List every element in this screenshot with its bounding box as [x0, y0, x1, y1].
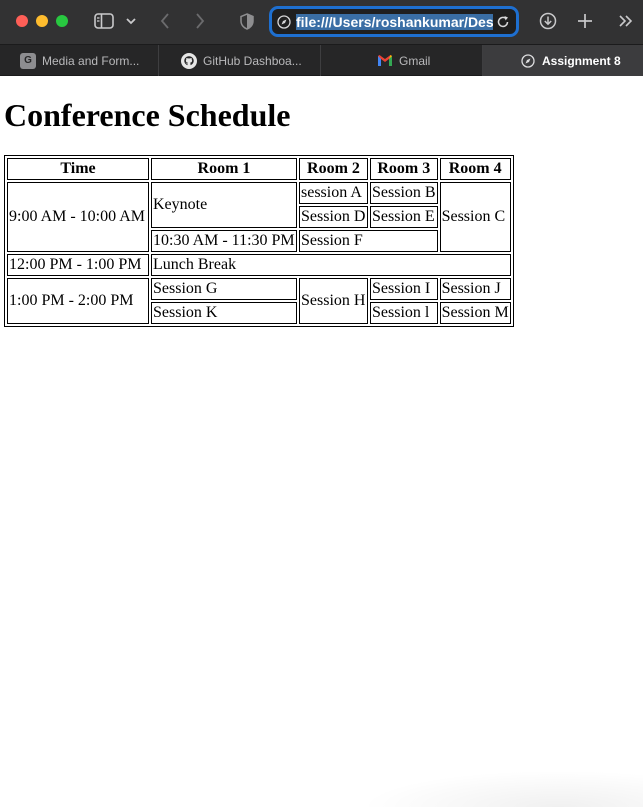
session-cell: Keynote	[151, 182, 297, 228]
session-cell: Lunch Break	[151, 254, 511, 276]
g-favicon-icon: G	[20, 52, 36, 69]
reload-icon[interactable]	[496, 15, 510, 29]
github-icon	[181, 52, 197, 69]
table-header-row: Time Room 1 Room 2 Room 3 Room 4	[7, 158, 511, 180]
minimize-window-button[interactable]	[36, 15, 48, 27]
time-cell: 10:30 AM - 11:30 PM	[151, 230, 297, 252]
privacy-shield-icon[interactable]	[237, 10, 257, 32]
header-room-1: Room 1	[151, 158, 297, 180]
tab-github-dashboard[interactable]: GitHub Dashboa...	[159, 45, 321, 76]
session-cell: Session G	[151, 278, 297, 300]
chevron-down-icon[interactable]	[124, 10, 138, 32]
time-cell: 1:00 PM - 2:00 PM	[7, 278, 149, 324]
gmail-icon	[377, 53, 393, 69]
table-row: 9:00 AM - 10:00 AM Keynote session A Ses…	[7, 182, 511, 252]
window-shadow	[360, 770, 643, 807]
tab-bar: G Media and Form... GitHub Dashboa... Gm…	[0, 44, 643, 76]
more-tabs-chevron-icon[interactable]	[616, 10, 636, 32]
table-row: 12:00 PM - 1:00 PM Lunch Break	[7, 254, 511, 276]
compass-icon	[277, 14, 291, 29]
session-cell: Session l	[370, 302, 438, 324]
session-cell: session A	[299, 182, 368, 204]
time-cell: 9:00 AM - 10:00 AM	[7, 182, 149, 252]
sidebar-toggle-icon[interactable]	[93, 10, 115, 32]
session-cell: Session I	[370, 278, 438, 300]
zoom-window-button[interactable]	[56, 15, 68, 27]
tab-gmail[interactable]: Gmail	[321, 45, 483, 76]
tab-media-and-forms[interactable]: G Media and Form...	[0, 45, 159, 76]
compass-icon	[520, 53, 536, 69]
session-cell: Session D	[299, 206, 368, 228]
tab-label: GitHub Dashboa...	[203, 53, 302, 68]
new-tab-plus-icon[interactable]	[575, 10, 595, 32]
session-cell: Session J	[439, 278, 511, 300]
time-cell: 12:00 PM - 1:00 PM	[7, 254, 149, 276]
table-row: 1:00 PM - 2:00 PM Session G Session H Se…	[7, 278, 511, 324]
download-icon[interactable]	[538, 10, 558, 32]
tab-label: Media and Form...	[42, 53, 140, 68]
header-time: Time	[7, 158, 149, 180]
browser-toolbar: file:///Users/roshankumar/Deskto	[0, 0, 643, 44]
back-arrow-icon[interactable]	[155, 10, 175, 32]
url-text[interactable]: file:///Users/roshankumar/Deskto	[296, 13, 493, 30]
header-room-4: Room 4	[439, 158, 511, 180]
schedule-table: Time Room 1 Room 2 Room 3 Room 4 9:00 AM…	[4, 155, 514, 327]
close-window-button[interactable]	[16, 15, 28, 27]
tab-assignment-8[interactable]: Assignment 8	[483, 45, 643, 76]
address-bar[interactable]: file:///Users/roshankumar/Deskto	[269, 6, 519, 37]
session-cell: Session K	[151, 302, 297, 324]
session-cell: Session F	[299, 230, 438, 252]
forward-arrow-icon[interactable]	[190, 10, 210, 32]
session-cell: Session E	[370, 206, 438, 228]
page-title: Conference Schedule	[4, 97, 291, 133]
tab-label: Assignment 8	[542, 53, 621, 68]
session-cell: Session C	[439, 182, 511, 252]
session-cell: Session H	[299, 278, 368, 324]
header-room-2: Room 2	[299, 158, 368, 180]
session-cell: Session M	[439, 302, 511, 324]
header-room-3: Room 3	[370, 158, 438, 180]
tab-label: Gmail	[399, 53, 431, 68]
session-cell: Session B	[370, 182, 438, 204]
page-content: Conference Schedule Time Room 1 Room 2 R…	[0, 77, 643, 807]
